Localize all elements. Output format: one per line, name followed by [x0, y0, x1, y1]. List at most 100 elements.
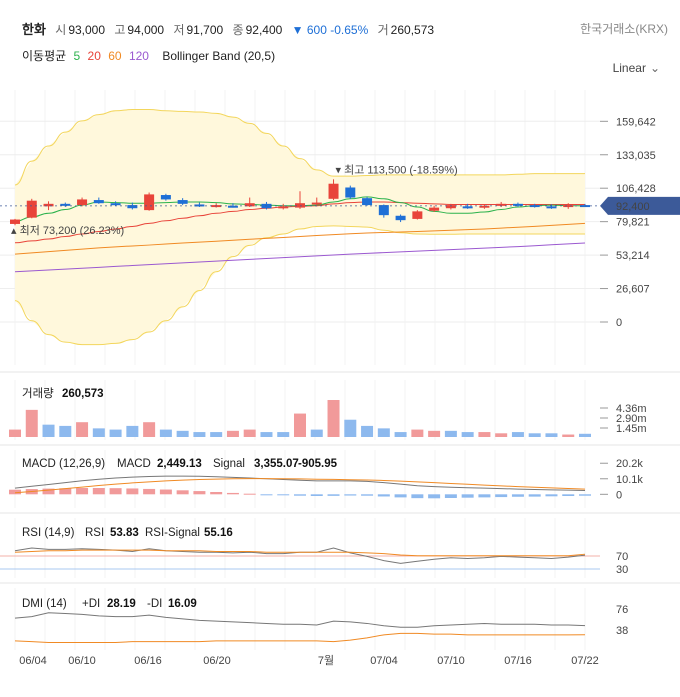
macd-osc-bar — [126, 488, 139, 495]
volume-bar — [444, 430, 457, 437]
macd-osc-bar — [428, 494, 441, 499]
rsi-value: 53.83 — [110, 527, 139, 539]
candle-body — [429, 207, 440, 211]
macd-label: MACD — [117, 458, 151, 470]
volume-bar — [478, 432, 491, 437]
volume-bar — [310, 429, 323, 437]
price-tick-label: 79,821 — [616, 217, 650, 229]
volume-bar — [260, 432, 273, 437]
macd-osc-bar — [327, 494, 340, 496]
macd-osc-bar — [294, 494, 306, 496]
volume-bar — [226, 430, 239, 437]
x-tick-label: 06/10 — [68, 655, 96, 667]
volume-bar — [193, 432, 206, 437]
candle-body — [412, 211, 423, 219]
volume-bar — [361, 425, 374, 437]
x-tick-label: 07/16 — [504, 655, 532, 667]
macd-osc-value: -905.95 — [298, 458, 338, 470]
volume-bar — [109, 429, 122, 437]
macd-osc-bar — [579, 494, 591, 496]
dmi-minus-value: 16.09 — [168, 598, 197, 610]
x-tick-label: 06/20 — [203, 655, 231, 667]
macd-osc-bar — [361, 494, 374, 496]
last-price-label: 92,400 — [616, 201, 650, 213]
candle-body — [26, 200, 37, 218]
volume-bar — [176, 430, 189, 437]
volume-bar — [528, 433, 541, 437]
macd-osc-bar — [176, 490, 189, 495]
macd-tick-label: 20.2k — [616, 458, 643, 470]
volume-tick-label: 1.45m — [616, 423, 647, 435]
candle-body — [395, 215, 406, 221]
candle-body — [311, 202, 322, 205]
x-tick-label: 07/10 — [437, 655, 465, 667]
macd-osc-bar — [344, 494, 357, 496]
candle-body — [160, 195, 171, 200]
dmi-plus-value: 28.19 — [107, 598, 136, 610]
macd-osc-bar — [495, 494, 508, 498]
volume-bar — [25, 409, 38, 437]
volume-bar — [394, 432, 407, 437]
x-tick-label: 07/22 — [571, 655, 599, 667]
low-annotation: ▴ 최저 73,200 (26.23%) — [11, 224, 124, 237]
candle-body — [295, 203, 305, 208]
volume-bar — [294, 413, 306, 437]
volume-bar — [76, 422, 89, 437]
volume-bar — [344, 419, 357, 437]
volume-bar — [411, 429, 424, 437]
macd-title: MACD (12,26,9) — [22, 458, 105, 470]
candle-body — [462, 206, 473, 209]
rsi-title: RSI (14,9) — [22, 527, 75, 539]
macd-osc-bar — [377, 494, 390, 497]
macd-tick-label: 0 — [616, 489, 622, 501]
macd-osc-bar — [109, 488, 122, 495]
candle-body — [77, 199, 88, 206]
candle-body — [177, 200, 188, 204]
macd-osc-bar — [461, 494, 474, 498]
macd-osc-bar — [478, 494, 491, 498]
volume-value: 260,573 — [62, 388, 104, 400]
macd-value: 2,449.13 — [157, 458, 202, 470]
chart-canvas[interactable]: 159,642 133,035 106,428 79,821 53,214 26,607 0… — [0, 0, 680, 697]
volume-bar — [243, 429, 256, 437]
macd-osc-bar — [545, 494, 558, 497]
candle-body — [278, 206, 289, 209]
candle-body — [362, 198, 373, 206]
price-tick-label: 26,607 — [616, 284, 650, 296]
dmi-minus-label: -DI — [147, 598, 162, 610]
candle-body — [345, 187, 356, 198]
price-tick-label: 159,642 — [616, 116, 656, 128]
candle-body — [10, 219, 20, 224]
volume-bar — [511, 432, 524, 437]
dmi-plus-label: +DI — [82, 598, 100, 610]
volume-bar — [562, 434, 575, 437]
macd-osc-bar — [511, 494, 524, 497]
rsi-tick-label: 70 — [616, 551, 628, 563]
candle-body — [546, 206, 557, 209]
macd-signal-value: 3,355.07 — [254, 458, 299, 470]
volume-bar — [210, 432, 223, 437]
macd-osc-bar — [394, 494, 407, 498]
x-tick-label: 7월 — [318, 654, 334, 667]
macd-osc-bar — [411, 494, 424, 499]
volume-bar — [428, 430, 441, 437]
macd-osc-bar — [143, 488, 156, 495]
volume-bar — [126, 425, 139, 437]
volume-bar — [327, 400, 340, 437]
macd-osc-bar — [92, 488, 105, 495]
volume-bar — [42, 424, 55, 437]
price-tick-label: 106,428 — [616, 183, 656, 195]
volume-bar — [495, 433, 508, 437]
volume-bar — [59, 425, 72, 437]
rsi-signal-label: RSI-Signal — [145, 527, 200, 539]
rsi-tick-label: 30 — [616, 564, 628, 576]
macd-osc-bar — [76, 488, 89, 495]
volume-title: 거래량 — [22, 387, 54, 400]
candle-body — [328, 183, 339, 199]
candle-body — [110, 203, 121, 206]
volume-bar — [461, 432, 474, 437]
macd-osc-bar — [159, 489, 172, 495]
price-tick-label: 133,035 — [616, 150, 656, 162]
macd-osc-bar — [210, 492, 223, 495]
high-annotation: ▾ 최고 113,500 (-18.59%) — [336, 163, 458, 176]
